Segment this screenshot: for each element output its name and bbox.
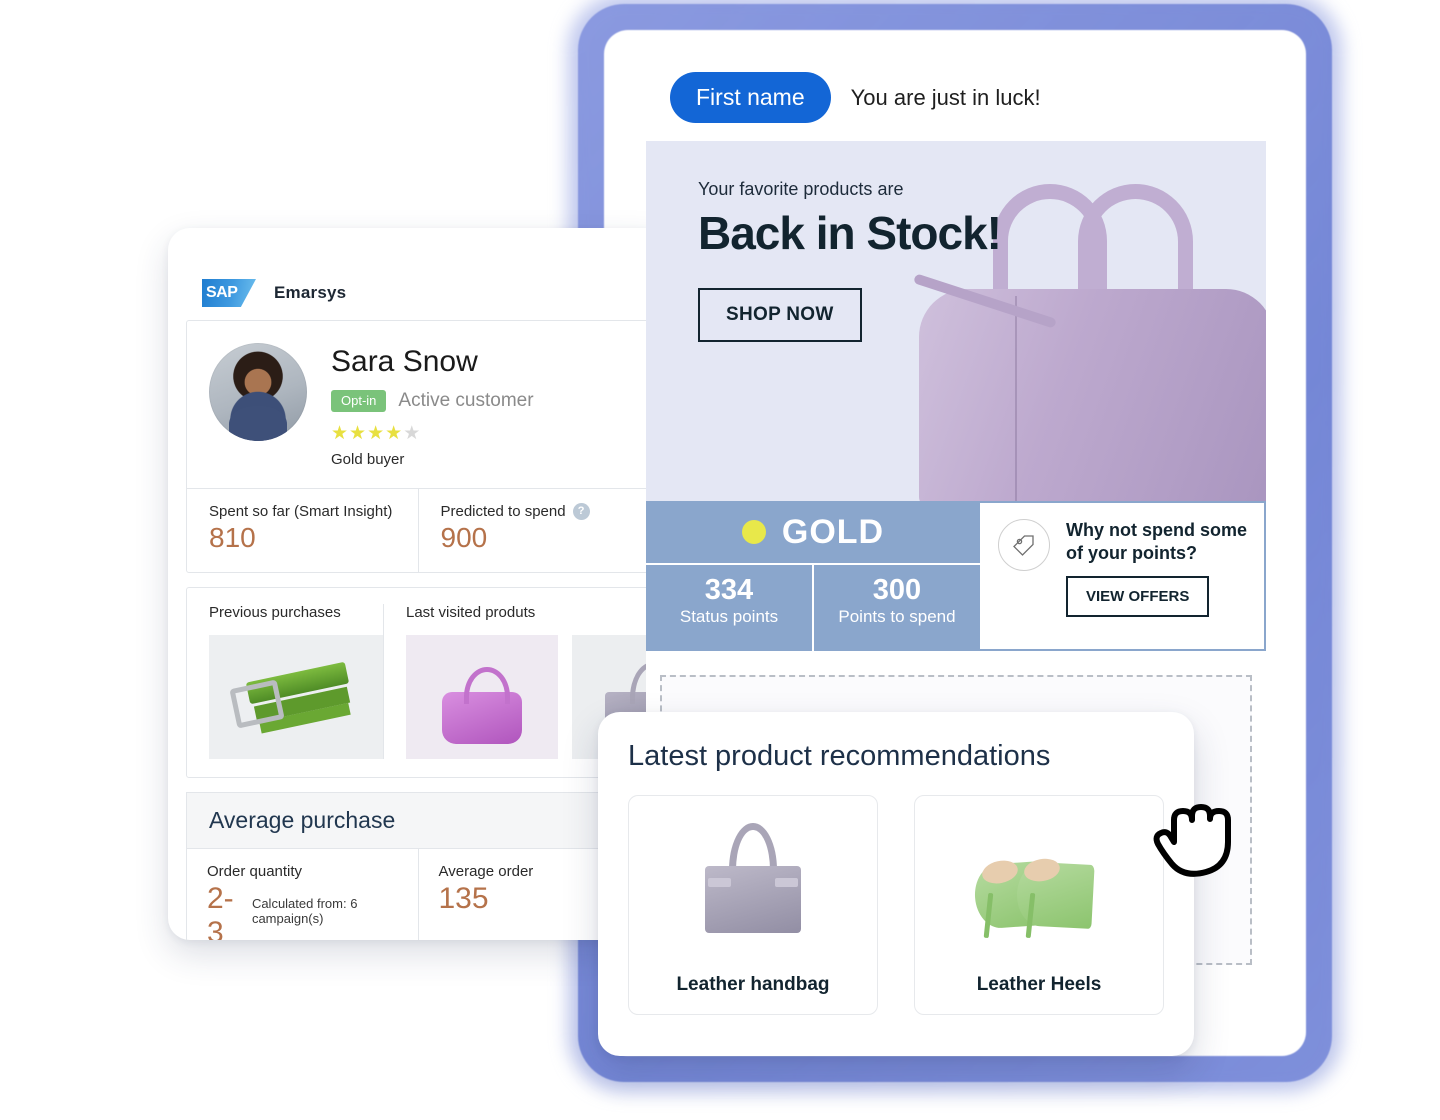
previous-purchases-column: Previous purchases: [187, 603, 384, 759]
loyalty-tier-label: GOLD: [781, 512, 885, 551]
leather-heels-image: [969, 816, 1109, 940]
loyalty-strip: GOLD 334 Status points 300 Points to spe…: [646, 501, 1266, 651]
average-purchase-heading: Average purchase: [187, 792, 649, 849]
gold-dot-icon: [741, 520, 766, 544]
customer-name: Sara Snow: [331, 345, 478, 378]
points-to-spend-value: 300: [872, 574, 922, 606]
order-quantity-note: Calculated from: 6 campaign(s): [251, 895, 358, 926]
personalization-token-pill[interactable]: First name: [670, 72, 831, 123]
previous-purchases-title: Previous purchases: [209, 603, 341, 621]
email-subject-text: You are just in luck!: [850, 84, 1041, 110]
average-order-value: 135: [438, 881, 489, 915]
recommendation-item[interactable]: Leather handbag: [628, 795, 878, 1015]
sap-logo-icon: SAP: [202, 279, 256, 307]
hero-kicker: Your favorite products are: [698, 179, 904, 199]
grab-hand-cursor: [1153, 804, 1231, 877]
kpi-value: 900: [440, 521, 488, 553]
kpi-label-text: Predicted to spend: [440, 502, 566, 520]
price-tag-icon: [998, 519, 1050, 571]
rating-stars: ★★★★★: [331, 422, 422, 444]
email-hero-banner: Your favorite products are Back in Stock…: [646, 141, 1266, 501]
buyer-tier-label: Gold buyer: [331, 450, 405, 468]
customer-identity-row: Sara Snow Opt-in Active customer ★★★★★ G…: [187, 321, 649, 488]
points-to-spend-label: Points to spend: [838, 606, 956, 626]
product-thumb-purple-bag[interactable]: [406, 634, 558, 759]
recommendation-name: Leather handbag: [676, 974, 830, 995]
order-quantity-label: Order quantity: [207, 862, 303, 880]
order-quantity-cell: Order quantity 2-3 Calculated from: 6 ca…: [187, 848, 419, 941]
points-to-spend-stat: 300 Points to spend: [814, 565, 980, 651]
loyalty-tier-block: GOLD 334 Status points 300 Points to spe…: [646, 501, 980, 651]
loyalty-promo-block: Why not spend some of your points? VIEW …: [980, 501, 1266, 651]
last-visited-title: Last visited produts: [406, 603, 536, 621]
shop-now-button[interactable]: SHOP NOW: [698, 288, 862, 342]
status-points-stat: 334 Status points: [646, 565, 814, 651]
avatar: [209, 343, 307, 441]
status-points-value: 334: [704, 574, 754, 606]
recommendations-title: Latest product recommendations: [628, 740, 1051, 772]
help-icon[interactable]: ?: [572, 502, 590, 520]
average-purchase-panel: Average purchase Order quantity 2-3 Calc…: [186, 791, 650, 941]
products-panel: Previous purchases Last visited produts: [186, 586, 668, 778]
status-points-label: Status points: [679, 606, 779, 626]
view-offers-button[interactable]: VIEW OFFERS: [1066, 576, 1210, 617]
recommendation-name: Leather Heels: [976, 974, 1102, 995]
screenshot-stage: SAP Emarsys Sara Snow Opt-in Active cust…: [0, 0, 1440, 1120]
leather-handbag-image: [683, 816, 823, 940]
customer-status: Active customer: [398, 389, 534, 411]
kpi-label-text: Spent so far (Smart Insight): [209, 502, 393, 520]
status-badge: Opt-in: [331, 389, 387, 412]
sap-logo-text: SAP: [206, 284, 238, 301]
promo-question: Why not spend some of your points?: [1066, 520, 1248, 563]
hero-title: Back in Stock!: [698, 207, 1002, 259]
product-thumb-belt[interactable]: [209, 634, 383, 759]
order-quantity-value: 2-3: [207, 881, 234, 941]
kpi-spent-so-far: Spent so far (Smart Insight) 810: [187, 488, 419, 572]
email-subject-row: First name You are just in luck!: [646, 56, 1266, 141]
customer-summary-panel: Sara Snow Opt-in Active customer ★★★★★ G…: [186, 320, 650, 573]
kpi-predicted-to-spend: Predicted to spend ? 900: [419, 489, 650, 572]
recommendation-item[interactable]: Leather Heels: [914, 795, 1164, 1015]
kpi-row: Spent so far (Smart Insight) 810 Predict…: [187, 487, 650, 572]
product-recommendations-card: Latest product recommendations Leather h…: [598, 712, 1194, 1056]
app-header: SAP Emarsys: [168, 228, 668, 320]
customer-profile-card: SAP Emarsys Sara Snow Opt-in Active cust…: [168, 228, 668, 940]
kpi-value: 810: [209, 521, 256, 553]
product-name: Emarsys: [274, 283, 347, 302]
